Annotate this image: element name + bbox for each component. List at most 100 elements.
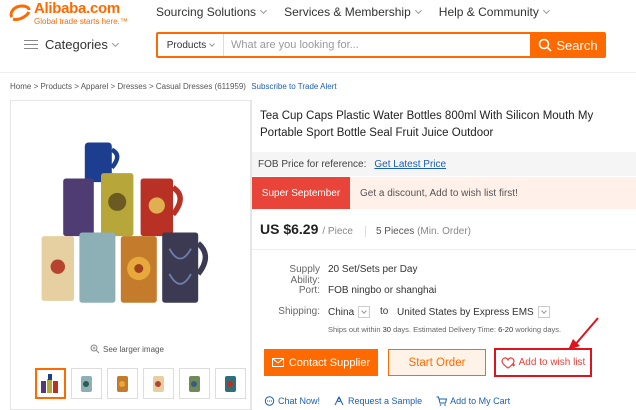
thumbnail-image [40, 373, 58, 393]
note-middle: days. Estimated Delivery Time: [393, 325, 497, 334]
supply-value: 20 Set/Sets per Day [328, 264, 418, 275]
sample-icon [334, 396, 344, 406]
thumbnail-3[interactable] [107, 368, 138, 399]
top-navigation: Sourcing Solutions Services & Membership… [156, 5, 567, 19]
start-order-button[interactable]: Start Order [388, 349, 486, 376]
promo-tag: Super September [252, 177, 350, 209]
moq-value: 5 Pieces [375, 226, 415, 237]
thumbnail-image [224, 375, 236, 392]
bottom-links: Chat Now! Request a Sample Add to My Car… [264, 396, 510, 406]
zoom-icon [90, 344, 100, 354]
annotation-arrow-icon [568, 317, 599, 350]
chat-icon [264, 396, 275, 406]
price-divider [252, 249, 636, 250]
thumbnail-2[interactable] [71, 368, 102, 399]
thumbnail-1[interactable] [35, 368, 66, 399]
promo-banner: Super September Get a discount, Add to w… [252, 177, 636, 209]
thumbnail-image [80, 375, 92, 392]
see-larger-label: See larger image [103, 344, 164, 354]
product-main-image[interactable] [38, 133, 218, 323]
add-to-wish-list-label: Add to wish list [518, 357, 586, 368]
ship-to-value: United States by Express EMS [397, 306, 534, 318]
min-order: 5 Pieces (Min. Order) [364, 226, 471, 237]
nav-help-community[interactable]: Help & Community [438, 5, 550, 19]
shipping-note: Ships out within 30 days. Estimated Deli… [328, 325, 561, 334]
fob-price-row: FOB Price for reference: Get Latest Pric… [252, 152, 636, 176]
nav-services-membership[interactable]: Services & Membership [284, 5, 422, 19]
search-input[interactable] [224, 34, 530, 56]
price-value: US $6.29 [260, 221, 319, 237]
logo-brand: Alibaba.com [34, 0, 120, 17]
thumbnail-6[interactable] [215, 368, 246, 399]
ship-to-dropdown[interactable] [537, 306, 550, 318]
port-label: Port: [298, 285, 320, 296]
header-divider [0, 72, 636, 73]
subscribe-trade-alert-link[interactable]: Subscribe to Trade Alert [251, 82, 336, 91]
note-days: 30 [382, 325, 391, 334]
chevron-down-icon [209, 40, 216, 47]
chevron-down-icon [111, 39, 119, 47]
search-category-value: Products [166, 39, 207, 51]
add-to-wish-list-button[interactable]: Add to wish list [494, 348, 592, 377]
breadcrumb-path[interactable]: Home > Products > Apparel > Dresses > Ca… [10, 82, 246, 91]
nav-label: Sourcing Solutions [156, 5, 257, 19]
ship-from-dropdown[interactable] [358, 306, 371, 318]
chat-now-label: Chat Now! [278, 396, 321, 406]
thumbnail-strip [35, 368, 246, 399]
alibaba-logo-icon [8, 2, 32, 24]
thumbnail-image [152, 375, 164, 392]
alibaba-logo[interactable]: Alibaba.com Global trade starts here.™ [8, 0, 128, 26]
shipping-label: Shipping: [278, 306, 320, 317]
cart-icon [436, 396, 448, 406]
chevron-down-icon [414, 6, 422, 15]
categories-label: Categories [45, 37, 108, 52]
chevron-down-icon [542, 6, 550, 15]
get-latest-price-link[interactable]: Get Latest Price [374, 159, 446, 170]
moq-note: (Min. Order) [417, 226, 471, 237]
heart-plus-icon [501, 356, 515, 369]
nav-label: Services & Membership [284, 5, 411, 19]
search-icon [539, 38, 552, 52]
add-to-cart-label: Add to My Cart [450, 396, 511, 406]
search-button-label: Search [556, 37, 598, 53]
note-range: 6-20 [498, 325, 514, 334]
search-button[interactable]: Search [530, 34, 606, 56]
chevron-down-icon [361, 308, 367, 314]
column-divider [251, 100, 252, 410]
thumbnail-5[interactable] [179, 368, 210, 399]
price-unit: / Piece [322, 226, 353, 237]
ship-from-select[interactable]: China [328, 306, 371, 318]
price-row: US $6.29 / Piece 5 Pieces (Min. Order) [260, 221, 471, 237]
search-bar: Products Search [156, 32, 606, 58]
promo-text: Get a discount, Add to wish list first! [360, 187, 518, 199]
search-category-select[interactable]: Products [158, 34, 224, 56]
start-order-label: Start Order [408, 356, 466, 369]
ship-from-value: China [328, 306, 355, 318]
see-larger-image-link[interactable]: See larger image [90, 344, 164, 354]
envelope-icon [271, 358, 284, 367]
ship-to-select[interactable]: United States by Express EMS [397, 306, 550, 318]
chevron-down-icon [260, 6, 268, 15]
nav-label: Help & Community [438, 5, 539, 19]
request-sample-link[interactable]: Request a Sample [334, 396, 422, 406]
port-value: FOB ningbo or shanghai [328, 285, 437, 296]
thumbnail-4[interactable] [143, 368, 174, 399]
menu-icon [24, 39, 38, 50]
contact-supplier-label: Contact Supplier [288, 356, 371, 369]
supply-label: Supply Ability: [289, 264, 320, 286]
thumbnail-image [116, 375, 128, 392]
note-prefix: Ships out within [328, 325, 381, 334]
request-sample-label: Request a Sample [348, 396, 423, 406]
chat-now-link[interactable]: Chat Now! [264, 396, 320, 406]
nav-sourcing-solutions[interactable]: Sourcing Solutions [156, 5, 268, 19]
fob-label: FOB Price for reference: [258, 158, 367, 170]
add-to-cart-link[interactable]: Add to My Cart [436, 396, 510, 406]
ship-to-word: to [380, 306, 389, 317]
categories-menu[interactable]: Categories [24, 37, 119, 52]
contact-supplier-button[interactable]: Contact Supplier [264, 349, 378, 376]
product-title: Tea Cup Caps Plastic Water Bottles 800ml… [260, 110, 594, 139]
logo-tagline: Global trade starts here.™ [34, 17, 128, 26]
top-header: Alibaba.com Global trade starts here.™ S… [0, 0, 636, 26]
breadcrumb: Home > Products > Apparel > Dresses > Ca… [10, 82, 337, 91]
thumbnail-image [188, 375, 200, 392]
